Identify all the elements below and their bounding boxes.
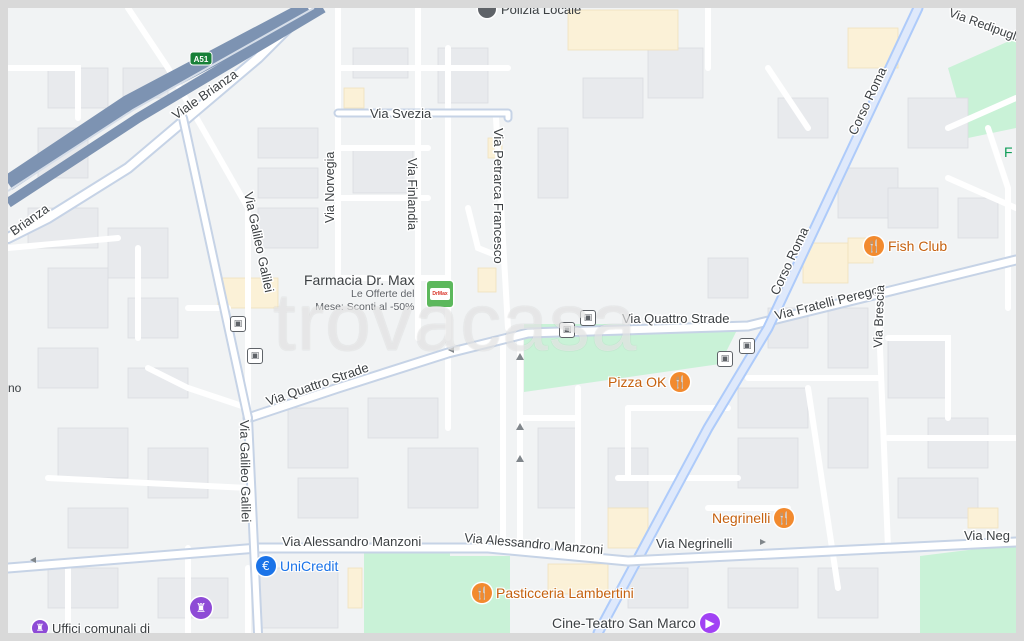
- film-icon: ▶: [699, 613, 720, 633]
- poi-polizia-label: Polizia Locale: [501, 8, 582, 17]
- poi-polizia-locale[interactable]: Polizia Locale: [478, 8, 581, 18]
- poi-negrinelli[interactable]: Negrinelli 🍴: [712, 508, 795, 528]
- poi-fish-club[interactable]: 🍴 Fish Club: [864, 236, 947, 256]
- poi-fish-club-label: Fish Club: [888, 238, 948, 254]
- label-via-brescia: Via Brescia: [871, 285, 887, 348]
- poi-uffici-comunali[interactable]: ♜ Uffici comunali di: [32, 620, 150, 633]
- label-via-neg-cut: Via Neg: [964, 528, 1010, 543]
- poi-cine-teatro[interactable]: Cine-Teatro San Marco ▶: [552, 613, 720, 633]
- poi-townhall-marker[interactable]: ♜: [190, 597, 212, 619]
- label-via-galileo-2: Via Galileo Galilei: [237, 420, 254, 523]
- edge-label-left: no: [8, 381, 22, 395]
- poi-cine-teatro-label: Cine-Teatro San Marco: [552, 615, 696, 631]
- poi-pasticceria-lambertini[interactable]: 🍴 Pasticceria Lambertini: [472, 583, 634, 603]
- label-via-redipuglia: Via Redipuglia: [947, 8, 1016, 46]
- fork-knife-icon: 🍴: [472, 583, 492, 603]
- label-via-manzoni-w: Via Alessandro Manzoni: [282, 534, 421, 549]
- edge-label-right: F: [1004, 144, 1013, 160]
- bus-stop-icon[interactable]: ▣: [230, 316, 246, 332]
- bus-stop-icon[interactable]: ▣: [717, 351, 733, 367]
- poi-pizza-ok[interactable]: Pizza OK 🍴: [608, 372, 691, 392]
- a51-shield-label: A51: [194, 55, 209, 64]
- label-via-negrinelli: Via Negrinelli: [656, 536, 732, 551]
- poi-pasticceria-label: Pasticceria Lambertini: [496, 585, 634, 601]
- fork-knife-icon: 🍴: [774, 508, 795, 528]
- fork-knife-icon: 🍴: [864, 236, 884, 256]
- poi-pizza-ok-label: Pizza OK: [608, 374, 667, 390]
- poi-unicredit-label: UniCredit: [280, 558, 339, 574]
- label-via-quattro-strade-e: Via Quattro Strade: [622, 311, 729, 326]
- label-via-norvegia: Via Norvegia: [323, 152, 337, 223]
- poi-unicredit[interactable]: € UniCredit: [256, 556, 338, 576]
- park-southeast: [920, 544, 1016, 633]
- building-icon: ♜: [32, 620, 48, 633]
- bus-stop-icon[interactable]: ▣: [739, 338, 755, 354]
- map-canvas[interactable]: A51 Viale Brianza Brianza Via Svezia Via…: [8, 8, 1016, 633]
- label-via-petrarca: Via Petrarca Francesco: [491, 128, 506, 264]
- label-via-svezia: Via Svezia: [370, 106, 432, 121]
- fork-knife-icon: 🍴: [670, 372, 691, 392]
- poi-uffici-label: Uffici comunali di: [52, 620, 151, 634]
- park-manzoni: [364, 544, 450, 633]
- poi-negrinelli-label: Negrinelli: [712, 510, 771, 526]
- police-icon: [478, 8, 496, 18]
- building-icon: ♜: [190, 597, 212, 619]
- bus-stop-icon[interactable]: ▣: [247, 348, 263, 364]
- euro-icon: €: [256, 556, 276, 576]
- a51-shield: A51: [189, 51, 213, 66]
- label-via-finlandia: Via Finlandia: [405, 158, 419, 230]
- watermark: trovacasa: [273, 277, 638, 368]
